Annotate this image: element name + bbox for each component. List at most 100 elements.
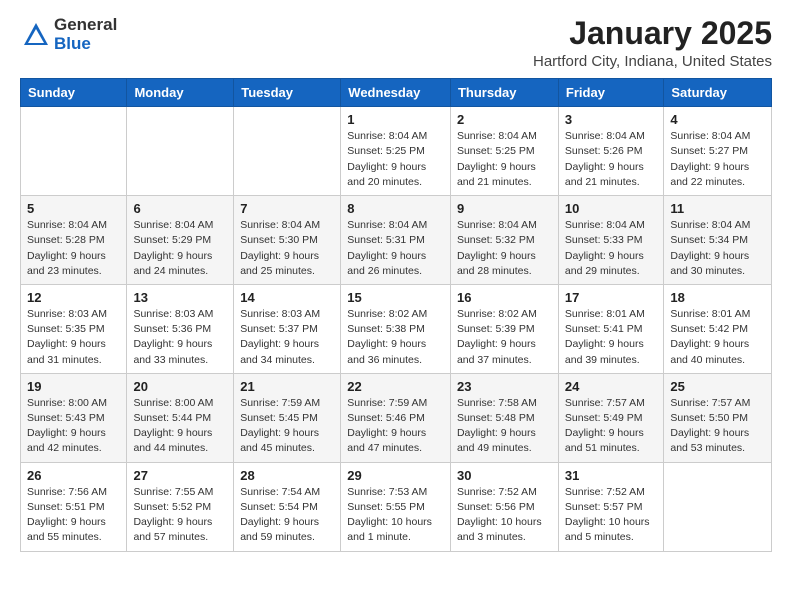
day-info: Sunrise: 7:59 AM Sunset: 5:46 PM Dayligh… bbox=[347, 396, 444, 457]
col-saturday: Saturday bbox=[664, 79, 772, 107]
day-number: 7 bbox=[240, 201, 334, 216]
title-area: January 2025 Hartford City, Indiana, Uni… bbox=[533, 16, 772, 70]
table-row: 26Sunrise: 7:56 AM Sunset: 5:51 PM Dayli… bbox=[21, 462, 127, 551]
table-row: 8Sunrise: 8:04 AM Sunset: 5:31 PM Daylig… bbox=[341, 196, 451, 285]
col-wednesday: Wednesday bbox=[341, 79, 451, 107]
page: General Blue January 2025 Hartford City,… bbox=[0, 0, 792, 568]
day-info: Sunrise: 7:57 AM Sunset: 5:49 PM Dayligh… bbox=[565, 396, 657, 457]
day-info: Sunrise: 8:00 AM Sunset: 5:43 PM Dayligh… bbox=[27, 396, 120, 457]
calendar-week-row: 12 Sunrise: 8:03 AM Sunset: 5:35 PM Dayli… bbox=[21, 284, 772, 373]
table-row: 20 Sunrise: 8:00 AM Sunset: 5:44 PM Dayli… bbox=[127, 373, 234, 462]
table-row: 23 Sunrise: 7:58 AM Sunset: 5:48 PM Dayli… bbox=[450, 373, 558, 462]
day-number: 6 bbox=[133, 201, 227, 216]
day-info: Sunrise: 8:02 AM Sunset: 5:38 PM Dayligh… bbox=[347, 307, 444, 368]
day-number: 16 bbox=[457, 290, 552, 305]
day-number: 14 bbox=[240, 290, 334, 305]
day-number: 12 bbox=[27, 290, 120, 305]
day-number: 19 bbox=[27, 379, 120, 394]
day-info: Sunrise: 7:58 AM Sunset: 5:48 PM Dayligh… bbox=[457, 396, 552, 457]
day-info: Sunrise: 8:04 AM Sunset: 5:32 PM Dayligh… bbox=[457, 218, 552, 279]
day-number: 30 bbox=[457, 468, 552, 483]
day-number: 13 bbox=[133, 290, 227, 305]
day-number: 24 bbox=[565, 379, 657, 394]
col-friday: Friday bbox=[558, 79, 663, 107]
table-row: 21Sunrise: 7:59 AM Sunset: 5:45 PM Dayli… bbox=[234, 373, 341, 462]
logo: General Blue bbox=[20, 16, 117, 53]
header: General Blue January 2025 Hartford City,… bbox=[20, 16, 772, 70]
table-row: 6Sunrise: 8:04 AM Sunset: 5:29 PM Daylig… bbox=[127, 196, 234, 285]
table-row: 15Sunrise: 8:02 AM Sunset: 5:38 PM Dayli… bbox=[341, 284, 451, 373]
day-info: Sunrise: 8:01 AM Sunset: 5:41 PM Dayligh… bbox=[565, 307, 657, 368]
day-number: 31 bbox=[565, 468, 657, 483]
logo-icon bbox=[22, 21, 50, 49]
table-row: 3Sunrise: 8:04 AM Sunset: 5:26 PM Daylig… bbox=[558, 107, 663, 196]
table-row: 24 Sunrise: 7:57 AM Sunset: 5:49 PM Dayli… bbox=[558, 373, 663, 462]
table-row: 22 Sunrise: 7:59 AM Sunset: 5:46 PM Dayli… bbox=[341, 373, 451, 462]
day-number: 1 bbox=[347, 112, 444, 127]
calendar-header-row: Sunday Monday Tuesday Wednesday Thursday… bbox=[21, 79, 772, 107]
day-info: Sunrise: 8:04 AM Sunset: 5:25 PM Dayligh… bbox=[347, 129, 444, 190]
table-row: 29 Sunrise: 7:53 AM Sunset: 5:55 PM Dayli… bbox=[341, 462, 451, 551]
table-row: 7 Sunrise: 8:04 AM Sunset: 5:30 PM Daylig… bbox=[234, 196, 341, 285]
day-info: Sunrise: 7:57 AM Sunset: 5:50 PM Dayligh… bbox=[670, 396, 765, 457]
day-info: Sunrise: 8:03 AM Sunset: 5:35 PM Dayligh… bbox=[27, 307, 120, 368]
logo-text: General Blue bbox=[54, 16, 117, 53]
day-number: 25 bbox=[670, 379, 765, 394]
logo-general-text: General bbox=[54, 16, 117, 35]
table-row: 18Sunrise: 8:01 AM Sunset: 5:42 PM Dayli… bbox=[664, 284, 772, 373]
table-row: 2Sunrise: 8:04 AM Sunset: 5:25 PM Daylig… bbox=[450, 107, 558, 196]
day-number: 27 bbox=[133, 468, 227, 483]
day-number: 8 bbox=[347, 201, 444, 216]
day-number: 23 bbox=[457, 379, 552, 394]
table-row: 12 Sunrise: 8:03 AM Sunset: 5:35 PM Dayli… bbox=[21, 284, 127, 373]
day-number: 9 bbox=[457, 201, 552, 216]
col-monday: Monday bbox=[127, 79, 234, 107]
table-row bbox=[127, 107, 234, 196]
day-number: 22 bbox=[347, 379, 444, 394]
day-number: 28 bbox=[240, 468, 334, 483]
calendar-week-row: 19 Sunrise: 8:00 AM Sunset: 5:43 PM Dayli… bbox=[21, 373, 772, 462]
table-row: 5 Sunrise: 8:04 AM Sunset: 5:28 PM Daylig… bbox=[21, 196, 127, 285]
table-row: 16 Sunrise: 8:02 AM Sunset: 5:39 PM Dayli… bbox=[450, 284, 558, 373]
month-title: January 2025 bbox=[533, 16, 772, 51]
table-row: 31 Sunrise: 7:52 AM Sunset: 5:57 PM Dayli… bbox=[558, 462, 663, 551]
calendar-week-row: 1 Sunrise: 8:04 AM Sunset: 5:25 PM Daylig… bbox=[21, 107, 772, 196]
location-title: Hartford City, Indiana, United States bbox=[533, 53, 772, 70]
day-info: Sunrise: 8:04 AM Sunset: 5:26 PM Dayligh… bbox=[565, 129, 657, 190]
day-number: 5 bbox=[27, 201, 120, 216]
table-row: 13 Sunrise: 8:03 AM Sunset: 5:36 PM Dayli… bbox=[127, 284, 234, 373]
table-row: 28Sunrise: 7:54 AM Sunset: 5:54 PM Dayli… bbox=[234, 462, 341, 551]
table-row bbox=[664, 462, 772, 551]
day-info: Sunrise: 8:04 AM Sunset: 5:34 PM Dayligh… bbox=[670, 218, 765, 279]
day-info: Sunrise: 7:53 AM Sunset: 5:55 PM Dayligh… bbox=[347, 485, 444, 546]
table-row: 19 Sunrise: 8:00 AM Sunset: 5:43 PM Dayli… bbox=[21, 373, 127, 462]
table-row: 27Sunrise: 7:55 AM Sunset: 5:52 PM Dayli… bbox=[127, 462, 234, 551]
day-info: Sunrise: 8:00 AM Sunset: 5:44 PM Dayligh… bbox=[133, 396, 227, 457]
day-number: 10 bbox=[565, 201, 657, 216]
table-row: 9 Sunrise: 8:04 AM Sunset: 5:32 PM Daylig… bbox=[450, 196, 558, 285]
col-tuesday: Tuesday bbox=[234, 79, 341, 107]
calendar-week-row: 26Sunrise: 7:56 AM Sunset: 5:51 PM Dayli… bbox=[21, 462, 772, 551]
day-info: Sunrise: 7:52 AM Sunset: 5:56 PM Dayligh… bbox=[457, 485, 552, 546]
day-info: Sunrise: 8:04 AM Sunset: 5:30 PM Dayligh… bbox=[240, 218, 334, 279]
day-info: Sunrise: 8:01 AM Sunset: 5:42 PM Dayligh… bbox=[670, 307, 765, 368]
day-info: Sunrise: 8:04 AM Sunset: 5:28 PM Dayligh… bbox=[27, 218, 120, 279]
day-info: Sunrise: 7:52 AM Sunset: 5:57 PM Dayligh… bbox=[565, 485, 657, 546]
day-number: 17 bbox=[565, 290, 657, 305]
table-row: 30 Sunrise: 7:52 AM Sunset: 5:56 PM Dayli… bbox=[450, 462, 558, 551]
day-number: 20 bbox=[133, 379, 227, 394]
day-info: Sunrise: 8:04 AM Sunset: 5:25 PM Dayligh… bbox=[457, 129, 552, 190]
table-row: 17 Sunrise: 8:01 AM Sunset: 5:41 PM Dayli… bbox=[558, 284, 663, 373]
table-row: 4 Sunrise: 8:04 AM Sunset: 5:27 PM Daylig… bbox=[664, 107, 772, 196]
day-info: Sunrise: 8:04 AM Sunset: 5:33 PM Dayligh… bbox=[565, 218, 657, 279]
logo-blue-text: Blue bbox=[54, 35, 117, 54]
day-info: Sunrise: 8:03 AM Sunset: 5:36 PM Dayligh… bbox=[133, 307, 227, 368]
day-info: Sunrise: 8:03 AM Sunset: 5:37 PM Dayligh… bbox=[240, 307, 334, 368]
day-number: 11 bbox=[670, 201, 765, 216]
day-info: Sunrise: 8:02 AM Sunset: 5:39 PM Dayligh… bbox=[457, 307, 552, 368]
day-number: 29 bbox=[347, 468, 444, 483]
day-info: Sunrise: 8:04 AM Sunset: 5:27 PM Dayligh… bbox=[670, 129, 765, 190]
day-number: 4 bbox=[670, 112, 765, 127]
table-row bbox=[234, 107, 341, 196]
table-row: 10 Sunrise: 8:04 AM Sunset: 5:33 PM Dayli… bbox=[558, 196, 663, 285]
